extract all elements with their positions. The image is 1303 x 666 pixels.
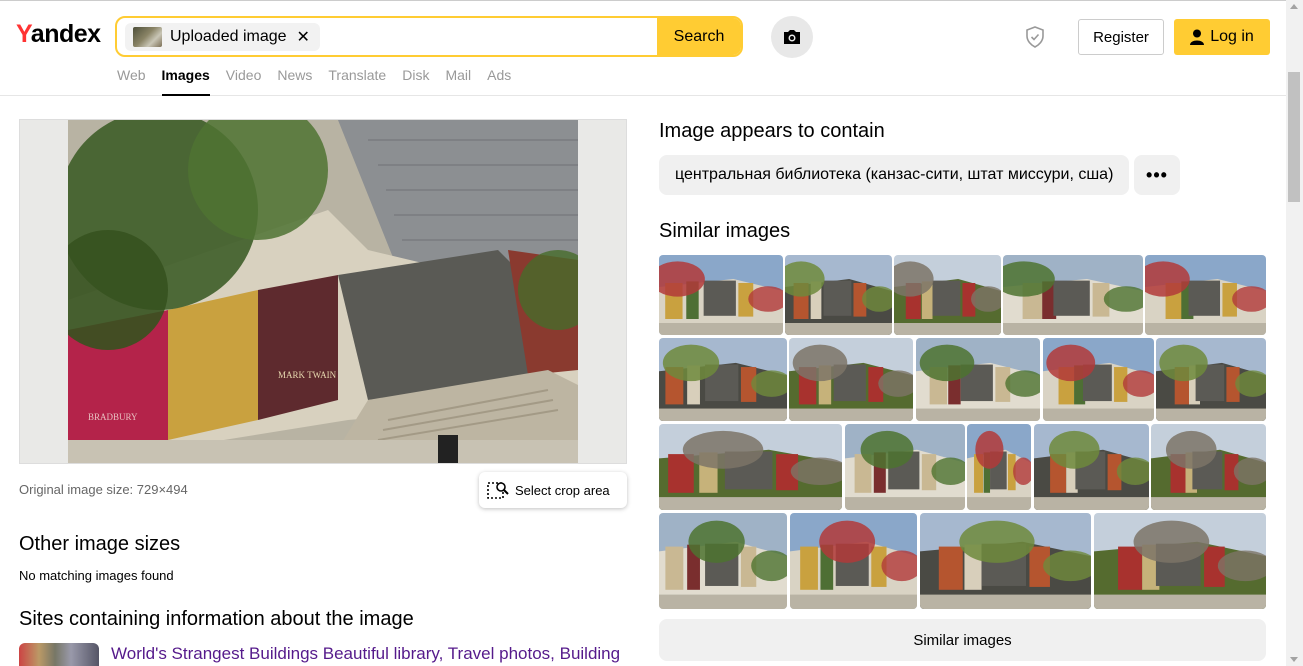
scroll-up-arrow[interactable]: [1290, 4, 1298, 9]
site-result-link[interactable]: World's Strangest Buildings Beautiful li…: [111, 644, 620, 664]
crop-label: Select crop area: [515, 482, 610, 498]
similar-image-thumbnail[interactable]: [1003, 255, 1143, 335]
page-scrollbar[interactable]: [1286, 0, 1303, 666]
similar-images-heading: Similar images: [659, 220, 791, 242]
uploaded-image-preview[interactable]: MARK TWAIN BRADBURY: [19, 119, 627, 464]
svg-text:MARK TWAIN: MARK TWAIN: [278, 370, 337, 380]
user-icon: [1190, 29, 1205, 45]
similar-image-thumbnail[interactable]: [659, 255, 783, 335]
sites-heading: Sites containing information about the i…: [19, 608, 414, 630]
register-button[interactable]: Register: [1078, 19, 1164, 55]
site-thumbnail[interactable]: [19, 643, 99, 666]
image-contains-heading: Image appears to contain: [659, 120, 885, 142]
scroll-thumb[interactable]: [1288, 72, 1300, 202]
header: Yandex Uploaded image ✕ Search Register …: [0, 0, 1286, 96]
tab-disk[interactable]: Disk: [402, 67, 429, 96]
crop-select-icon: [487, 482, 509, 499]
scroll-down-arrow[interactable]: [1290, 657, 1298, 662]
library-building-photo: MARK TWAIN BRADBURY: [68, 120, 578, 463]
similar-images-button[interactable]: Similar images: [659, 619, 1266, 661]
similar-image-thumbnail[interactable]: [659, 338, 787, 421]
more-options-button[interactable]: •••: [1134, 155, 1180, 195]
login-label: Log in: [1210, 28, 1254, 45]
shield-icon[interactable]: [1023, 25, 1047, 49]
similar-image-thumbnail[interactable]: [659, 424, 842, 510]
similar-image-thumbnail[interactable]: [894, 255, 1001, 335]
service-tabs: Web Images Video News Translate Disk Mai…: [117, 67, 527, 96]
similar-image-thumbnail[interactable]: [659, 513, 787, 609]
uploaded-image-chip[interactable]: Uploaded image ✕: [125, 23, 320, 51]
similar-image-thumbnail[interactable]: [916, 338, 1040, 421]
camera-icon: [784, 30, 800, 44]
similar-image-thumbnail[interactable]: [920, 513, 1091, 609]
similar-image-thumbnail[interactable]: [1043, 338, 1154, 421]
camera-search-button[interactable]: [771, 16, 813, 58]
similar-image-thumbnail[interactable]: [785, 255, 892, 335]
uploaded-image-thumbnail: [133, 27, 162, 47]
similar-image-thumbnail[interactable]: [1156, 338, 1266, 421]
other-image-sizes-heading: Other image sizes: [19, 533, 181, 555]
tab-video[interactable]: Video: [226, 67, 262, 96]
svg-text:BRADBURY: BRADBURY: [88, 412, 138, 422]
similar-image-thumbnail[interactable]: [1094, 513, 1266, 609]
similar-image-thumbnail[interactable]: [790, 513, 917, 609]
recognized-object-tag[interactable]: центральная библиотека (канзас-сити, шта…: [659, 155, 1130, 195]
login-button[interactable]: Log in: [1174, 19, 1270, 55]
select-crop-area-button[interactable]: Select crop area: [479, 472, 627, 508]
similar-image-thumbnail[interactable]: [1034, 424, 1149, 510]
similar-image-thumbnail[interactable]: [967, 424, 1031, 510]
search-button[interactable]: Search: [657, 18, 741, 55]
similar-image-thumbnail[interactable]: [789, 338, 913, 421]
similar-image-thumbnail[interactable]: [845, 424, 965, 510]
similar-image-thumbnail[interactable]: [1151, 424, 1266, 510]
similar-image-thumbnail[interactable]: [1145, 255, 1266, 335]
tab-translate[interactable]: Translate: [328, 67, 386, 96]
tab-news[interactable]: News: [277, 67, 312, 96]
original-image-size: Original image size: 729×494: [19, 482, 188, 497]
chip-label: Uploaded image: [170, 28, 287, 45]
yandex-logo[interactable]: Yandex: [16, 20, 101, 49]
close-icon[interactable]: ✕: [297, 27, 310, 47]
tab-mail[interactable]: Mail: [445, 67, 471, 96]
tab-images[interactable]: Images: [161, 67, 210, 96]
tab-web[interactable]: Web: [117, 67, 146, 96]
search-box[interactable]: Uploaded image ✕ Search: [115, 16, 743, 57]
tab-ads[interactable]: Ads: [487, 67, 511, 96]
no-matching-text: No matching images found: [19, 568, 174, 583]
